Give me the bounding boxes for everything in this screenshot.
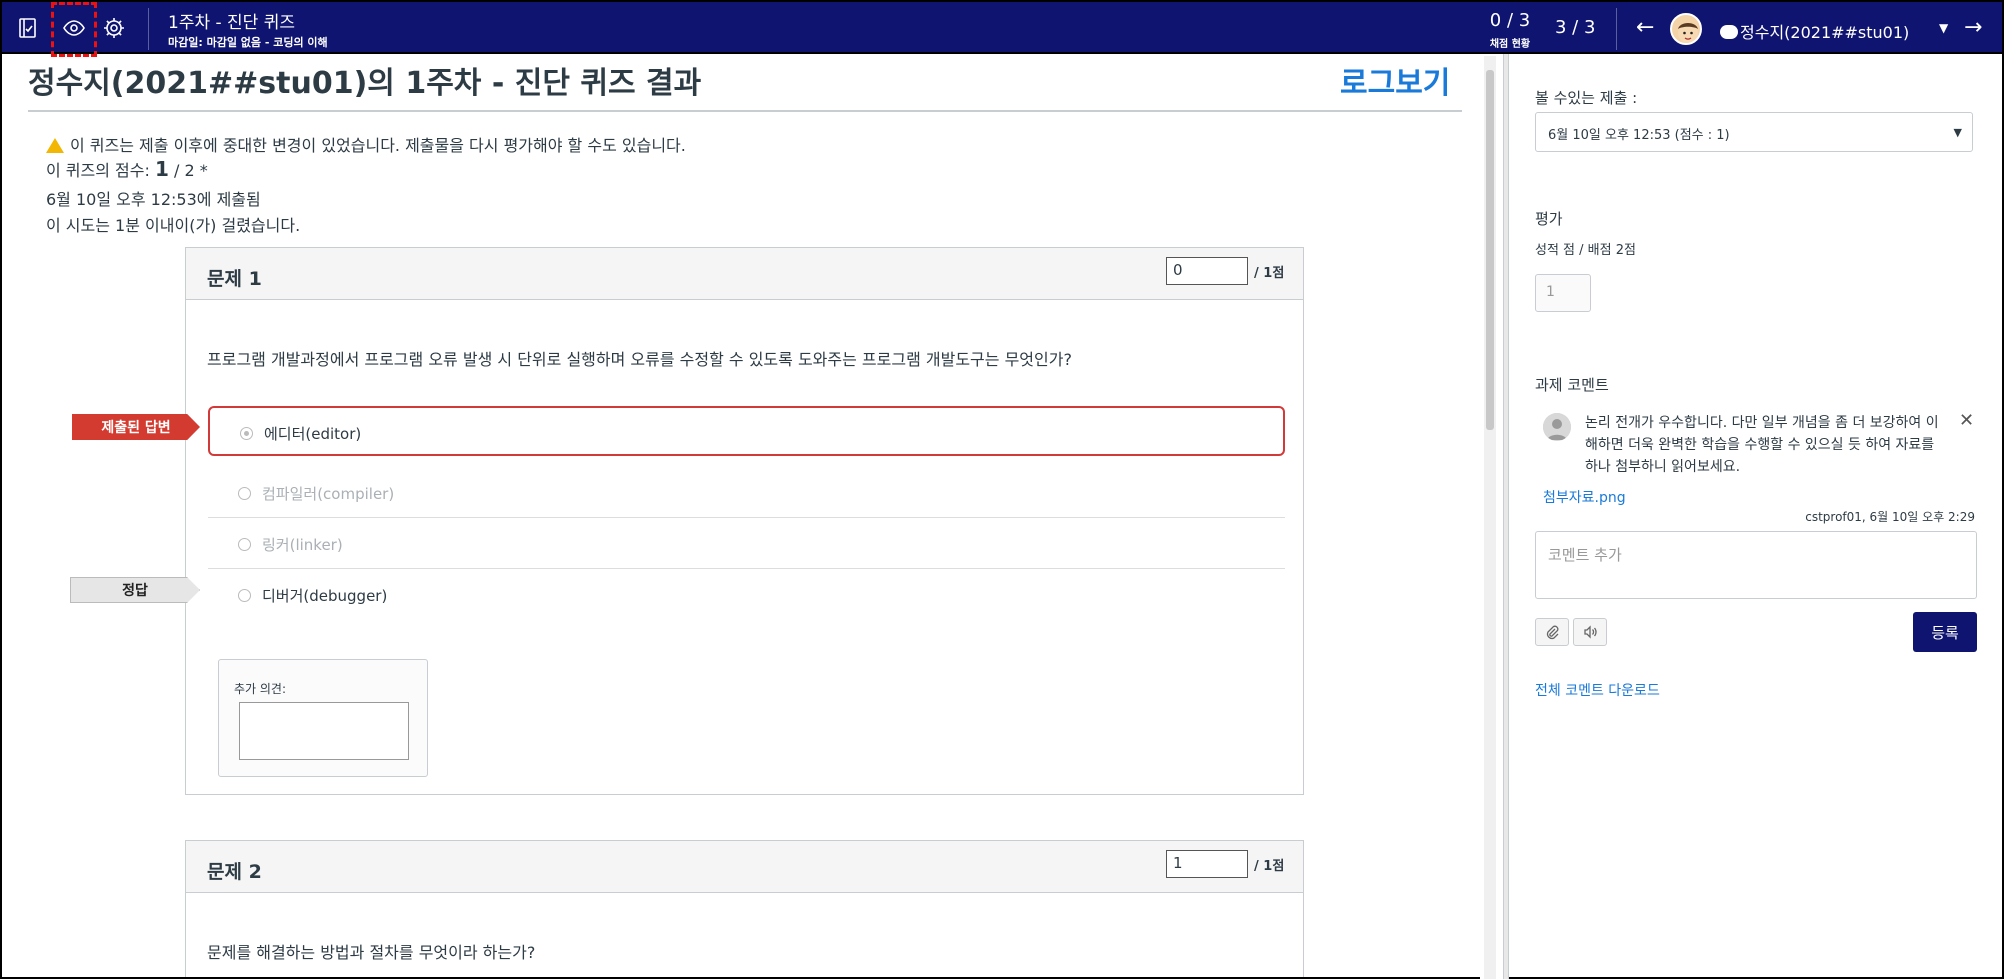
question-text: 문제를 해결하는 방법과 절차를 무엇이라 하는가? <box>207 943 536 962</box>
question-1: 문제 1 0 / 1점 프로그램 개발과정에서 프로그램 오류 발생 시 단위로… <box>185 247 1304 795</box>
gradebook-icon[interactable] <box>12 12 44 44</box>
media-comment-button[interactable] <box>1573 618 1607 646</box>
question-score-input[interactable]: 1 <box>1166 850 1248 878</box>
question-points: / 1점 <box>1254 266 1285 281</box>
question-score-input[interactable]: 0 <box>1166 257 1248 285</box>
comment-text: 논리 전개가 우수합니다. 다만 일부 개념을 좀 더 보강하여 이해하면 더욱… <box>1585 415 1939 475</box>
page-title: 정수지(2021##stu01)의 1주차 - 진단 퀴즈 결과 <box>28 66 702 101</box>
avatar <box>1543 413 1571 441</box>
question-name: 문제 2 <box>207 861 262 883</box>
answer-radio <box>240 427 253 440</box>
warning-icon <box>46 138 64 153</box>
comment-textarea[interactable] <box>239 702 409 760</box>
warning-message: 이 퀴즈는 제출 이후에 중대한 변경이 있었습니다. 제출물을 다시 평가해야… <box>46 132 686 156</box>
comments-label: 과제 코멘트 <box>1535 376 1609 394</box>
attach-file-button[interactable] <box>1535 618 1569 646</box>
separator <box>148 8 149 50</box>
user-blob-icon <box>1720 25 1738 39</box>
comment-meta: cstprof01, 6월 10일 오후 2:29 <box>1805 510 1975 524</box>
divider <box>28 110 1462 112</box>
question-header: 문제 2 1 / 1점 <box>186 841 1303 893</box>
answer-radio <box>238 487 251 500</box>
gear-icon[interactable] <box>98 12 130 44</box>
submissions-label: 볼 수있는 제출 : <box>1535 89 1638 107</box>
chevron-down-icon[interactable]: ▼ <box>1939 21 1948 35</box>
correct-answer-flag: 정답 <box>70 577 200 603</box>
next-student-arrow-icon[interactable]: → <box>1964 16 1982 40</box>
speaker-icon <box>1584 625 1597 639</box>
graded-count: 0 / 3 <box>1489 10 1531 31</box>
answer-option: 컴파일러(compiler) <box>208 468 1285 518</box>
top-bar: 1주차 - 진단 퀴즈 마감일: 마감일 없음 - 코딩의 이해 0 / 3 채… <box>0 0 2004 57</box>
prev-student-arrow-icon[interactable]: ← <box>1636 16 1654 40</box>
comment-input[interactable]: 코멘트 추가 <box>1535 531 1977 599</box>
separator <box>1616 8 1617 50</box>
assignment-title: 1주차 - 진단 퀴즈 <box>168 13 296 33</box>
attachment-link[interactable]: 첨부자료.png <box>1543 487 1626 507</box>
question-text: 프로그램 개발과정에서 프로그램 오류 발생 시 단위로 실행하며 오류를 수정… <box>207 350 1072 369</box>
graded-label: 채점 현황 <box>1489 39 1531 50</box>
comment-label: 추가 의견: <box>234 682 287 696</box>
additional-comment-box: 추가 의견: <box>218 659 428 777</box>
answer-radio <box>238 589 251 602</box>
view-log-link[interactable]: 로그보기 <box>1340 58 1450 102</box>
scrollbar-thumb[interactable] <box>1486 70 1494 430</box>
student-position: 3 / 3 <box>1555 17 1596 38</box>
submission-select[interactable]: 6월 10일 오후 12:53 (점수 : 1) ▼ <box>1535 112 1973 152</box>
eye-highlight-box <box>51 2 97 57</box>
student-name[interactable]: 정수지(2021##stu01) <box>1720 19 1909 43</box>
due-info: 마감일: 마감일 없음 - 코딩의 이해 <box>168 36 328 49</box>
submitted-time: 6월 10일 오후 12:53에 제출됨 <box>46 190 261 209</box>
grade-input[interactable]: 1 <box>1535 274 1591 312</box>
question-header: 문제 1 0 / 1점 <box>186 248 1303 300</box>
attempt-duration: 이 시도는 1분 이내이(가) 걸렸습니다. <box>46 216 301 235</box>
grading-sidebar: 볼 수있는 제출 : 6월 10일 오후 12:53 (점수 : 1) ▼ 평가… <box>1509 54 2004 979</box>
chevron-down-icon: ▼ <box>1953 126 1962 139</box>
quiz-score: 이 퀴즈의 점수: 1 / 2 * <box>46 157 208 181</box>
download-all-comments-link[interactable]: 전체 코멘트 다운로드 <box>1535 680 1660 700</box>
answer-radio <box>238 538 251 551</box>
answer-option: 디버거(debugger) <box>208 570 1285 620</box>
quiz-result-pane: 정수지(2021##stu01)의 1주차 - 진단 퀴즈 결과 로그보기 이 … <box>0 54 1480 979</box>
submit-comment-button[interactable]: 등록 <box>1913 612 1977 652</box>
answer-option: 링커(linker) <box>208 519 1285 569</box>
grade-label: 평가 <box>1535 210 1563 228</box>
question-name: 문제 1 <box>207 268 262 290</box>
question-2: 문제 2 1 / 1점 문제를 해결하는 방법과 절차를 무엇이라 하는가? <box>185 840 1304 977</box>
grade-sub-label: 성적 점 / 배점 2점 <box>1535 243 1636 258</box>
answer-option: 에디터(editor) <box>208 406 1285 456</box>
score-value: 1 <box>154 157 169 181</box>
paperclip-icon <box>1546 625 1559 640</box>
close-icon[interactable]: ✕ <box>1959 410 1974 431</box>
question-points: / 1점 <box>1254 859 1285 874</box>
avatar <box>1670 13 1702 45</box>
submitted-answer-flag: 제출된 답변 <box>72 414 200 440</box>
